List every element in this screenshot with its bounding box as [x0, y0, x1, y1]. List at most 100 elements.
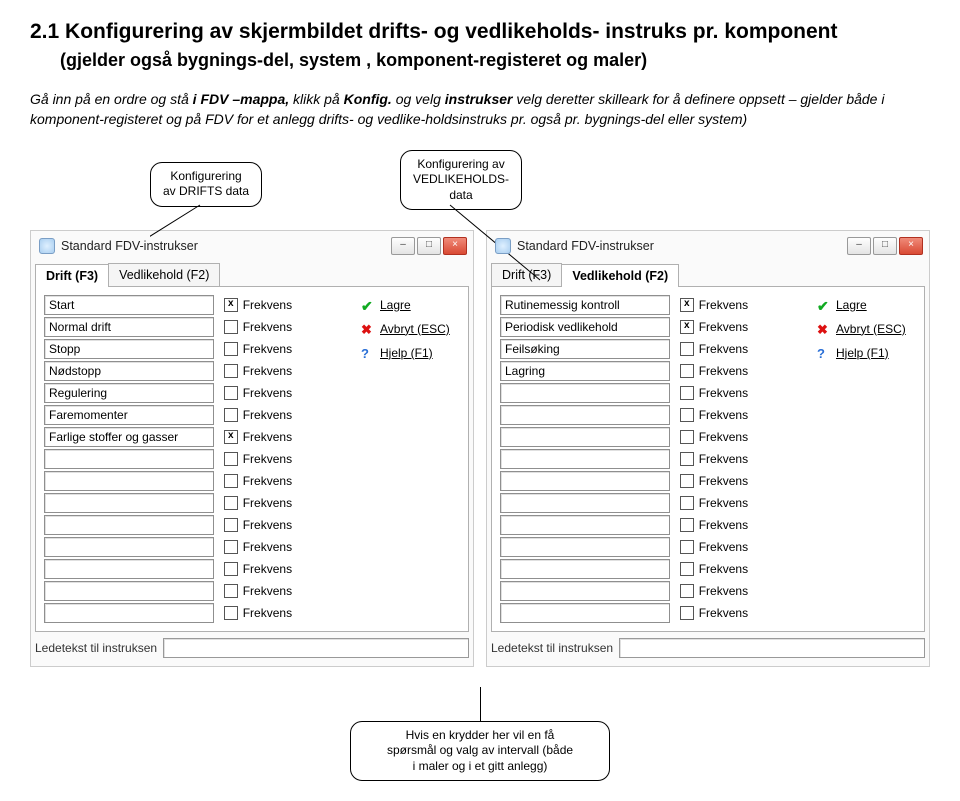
- frekvens-label: Frekvens: [243, 474, 292, 488]
- text-field[interactable]: [500, 603, 670, 623]
- cancel-button[interactable]: Avbryt (ESC): [817, 319, 906, 339]
- text-field[interactable]: [44, 493, 214, 513]
- frekvens-checkbox[interactable]: [680, 386, 694, 400]
- text-field[interactable]: [44, 603, 214, 623]
- text-field[interactable]: [44, 471, 214, 491]
- check-icon: [817, 298, 831, 312]
- frekvens-label: Frekvens: [243, 408, 292, 422]
- field-column: Rutinemessig kontrollPeriodisk vedlikeho…: [500, 295, 670, 623]
- frekvens-checkbox[interactable]: [680, 518, 694, 532]
- text-field[interactable]: Stopp: [44, 339, 214, 359]
- text-field[interactable]: [500, 427, 670, 447]
- frekvens-checkbox[interactable]: [224, 606, 238, 620]
- frekvens-checkbox[interactable]: [680, 342, 694, 356]
- callout-line: [480, 687, 481, 721]
- frekvens-checkbox[interactable]: [680, 562, 694, 576]
- frekvens-checkbox[interactable]: x: [680, 298, 694, 312]
- text-field[interactable]: [500, 515, 670, 535]
- frekvens-checkbox[interactable]: [224, 452, 238, 466]
- footer-field[interactable]: [163, 638, 469, 658]
- text-field[interactable]: Periodisk vedlikehold: [500, 317, 670, 337]
- frekvens-row: Frekvens: [680, 537, 807, 557]
- text-field[interactable]: [500, 537, 670, 557]
- frekvens-checkbox[interactable]: [680, 430, 694, 444]
- frekvens-column: x Frekvens Frekvens Frekvens Frekvens Frekven…: [224, 295, 351, 623]
- text-field[interactable]: [44, 537, 214, 557]
- save-button[interactable]: Lagre: [817, 295, 867, 315]
- maximize-button[interactable]: □: [873, 237, 897, 255]
- text-field[interactable]: [44, 515, 214, 535]
- text-field[interactable]: [44, 449, 214, 469]
- tab-vedlikehold[interactable]: Vedlikehold (F2): [561, 264, 679, 287]
- frekvens-checkbox[interactable]: [224, 474, 238, 488]
- frekvens-checkbox[interactable]: x: [680, 320, 694, 334]
- save-button[interactable]: Lagre: [361, 295, 411, 315]
- frekvens-checkbox[interactable]: [680, 452, 694, 466]
- frekvens-checkbox[interactable]: [224, 320, 238, 334]
- frekvens-checkbox[interactable]: [224, 496, 238, 510]
- frekvens-row: Frekvens: [224, 559, 351, 579]
- text-field[interactable]: Start: [44, 295, 214, 315]
- cancel-button[interactable]: Avbryt (ESC): [361, 319, 450, 339]
- text-field[interactable]: Regulering: [44, 383, 214, 403]
- frekvens-label: Frekvens: [699, 496, 748, 510]
- frekvens-label: Frekvens: [243, 298, 292, 312]
- frekvens-checkbox[interactable]: [224, 584, 238, 598]
- frekvens-row: x Frekvens: [224, 295, 351, 315]
- text-field[interactable]: [44, 559, 214, 579]
- text-field[interactable]: [500, 581, 670, 601]
- frekvens-checkbox[interactable]: [680, 496, 694, 510]
- tab-drift[interactable]: Drift (F3): [35, 264, 109, 287]
- frekvens-checkbox[interactable]: [680, 474, 694, 488]
- frekvens-checkbox[interactable]: [224, 562, 238, 576]
- frekvens-row: Frekvens: [224, 471, 351, 491]
- text-field[interactable]: Normal drift: [44, 317, 214, 337]
- page-subtitle: (gjelder også bygnings-del, system , kom…: [30, 50, 930, 71]
- window-buttons: – □ ×: [847, 237, 923, 255]
- text-field[interactable]: [500, 449, 670, 469]
- text-field[interactable]: [44, 581, 214, 601]
- frekvens-checkbox[interactable]: [224, 408, 238, 422]
- frekvens-checkbox[interactable]: [224, 540, 238, 554]
- frekvens-label: Frekvens: [243, 452, 292, 466]
- frekvens-checkbox[interactable]: [680, 606, 694, 620]
- intro-text: instrukser: [445, 91, 517, 107]
- frekvens-checkbox[interactable]: [224, 364, 238, 378]
- text-field[interactable]: Farlige stoffer og gasser: [44, 427, 214, 447]
- close-button[interactable]: ×: [443, 237, 467, 255]
- text-field[interactable]: Rutinemessig kontroll: [500, 295, 670, 315]
- close-button[interactable]: ×: [899, 237, 923, 255]
- footer-field[interactable]: [619, 638, 925, 658]
- frekvens-checkbox[interactable]: [680, 584, 694, 598]
- help-label: Hjelp (F1): [380, 346, 433, 360]
- tab-vedlikehold[interactable]: Vedlikehold (F2): [108, 263, 220, 286]
- frekvens-checkbox[interactable]: [680, 364, 694, 378]
- action-column: Lagre Avbryt (ESC) Hjelp (F1): [817, 295, 916, 623]
- text-field[interactable]: [500, 471, 670, 491]
- text-field[interactable]: [500, 493, 670, 513]
- minimize-button[interactable]: –: [847, 237, 871, 255]
- text-field[interactable]: [500, 559, 670, 579]
- text-field[interactable]: Lagring: [500, 361, 670, 381]
- tab-drift[interactable]: Drift (F3): [491, 263, 562, 286]
- frekvens-checkbox[interactable]: x: [224, 298, 238, 312]
- footer-label: Ledetekst til instruksen: [35, 641, 157, 655]
- cancel-label: Avbryt (ESC): [380, 322, 450, 336]
- minimize-button[interactable]: –: [391, 237, 415, 255]
- callout-text: VEDLIKEHOLDS-: [413, 172, 509, 188]
- help-button[interactable]: Hjelp (F1): [817, 343, 889, 363]
- frekvens-checkbox[interactable]: [224, 342, 238, 356]
- frekvens-label: Frekvens: [699, 386, 748, 400]
- text-field[interactable]: [500, 405, 670, 425]
- frekvens-checkbox[interactable]: [680, 408, 694, 422]
- frekvens-checkbox[interactable]: [680, 540, 694, 554]
- text-field[interactable]: Feilsøking: [500, 339, 670, 359]
- text-field[interactable]: Nødstopp: [44, 361, 214, 381]
- help-button[interactable]: Hjelp (F1): [361, 343, 433, 363]
- maximize-button[interactable]: □: [417, 237, 441, 255]
- text-field[interactable]: [500, 383, 670, 403]
- frekvens-checkbox[interactable]: [224, 386, 238, 400]
- frekvens-checkbox[interactable]: [224, 518, 238, 532]
- text-field[interactable]: Faremomenter: [44, 405, 214, 425]
- frekvens-checkbox[interactable]: x: [224, 430, 238, 444]
